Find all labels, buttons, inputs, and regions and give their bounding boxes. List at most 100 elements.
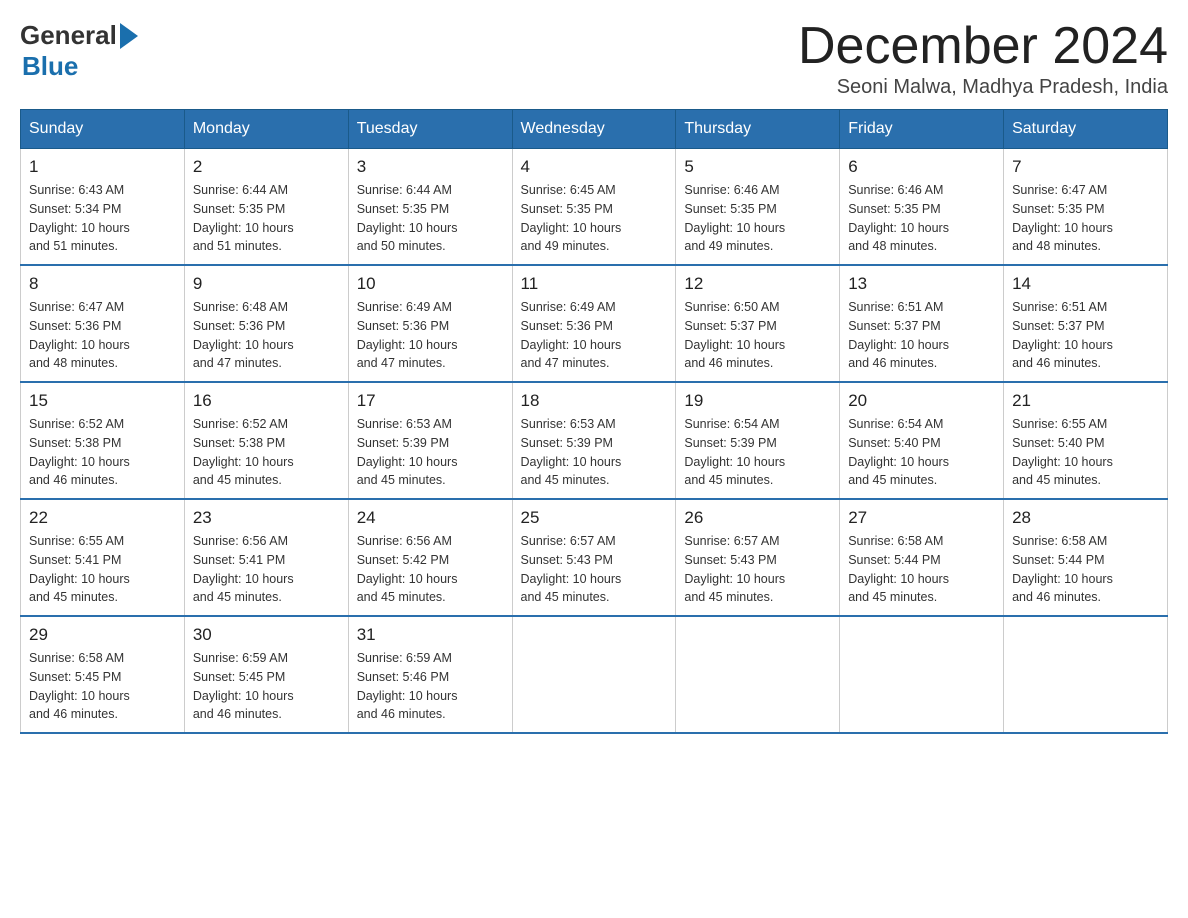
day-info: Sunrise: 6:44 AM Sunset: 5:35 PM Dayligh… [357, 181, 504, 256]
calendar-day-cell: 23 Sunrise: 6:56 AM Sunset: 5:41 PM Dayl… [184, 499, 348, 616]
calendar-empty-cell [840, 616, 1004, 733]
calendar-day-cell: 2 Sunrise: 6:44 AM Sunset: 5:35 PM Dayli… [184, 149, 348, 266]
day-info: Sunrise: 6:51 AM Sunset: 5:37 PM Dayligh… [848, 298, 995, 373]
calendar-day-cell: 17 Sunrise: 6:53 AM Sunset: 5:39 PM Dayl… [348, 382, 512, 499]
calendar-day-cell: 11 Sunrise: 6:49 AM Sunset: 5:36 PM Dayl… [512, 265, 676, 382]
calendar-day-cell: 22 Sunrise: 6:55 AM Sunset: 5:41 PM Dayl… [21, 499, 185, 616]
day-info: Sunrise: 6:46 AM Sunset: 5:35 PM Dayligh… [848, 181, 995, 256]
day-number: 19 [684, 391, 831, 411]
calendar-day-cell: 20 Sunrise: 6:54 AM Sunset: 5:40 PM Dayl… [840, 382, 1004, 499]
day-info: Sunrise: 6:58 AM Sunset: 5:45 PM Dayligh… [29, 649, 176, 724]
calendar-day-cell: 15 Sunrise: 6:52 AM Sunset: 5:38 PM Dayl… [21, 382, 185, 499]
calendar-week-row: 29 Sunrise: 6:58 AM Sunset: 5:45 PM Dayl… [21, 616, 1168, 733]
day-number: 27 [848, 508, 995, 528]
day-info: Sunrise: 6:57 AM Sunset: 5:43 PM Dayligh… [521, 532, 668, 607]
day-number: 3 [357, 157, 504, 177]
calendar-day-cell: 24 Sunrise: 6:56 AM Sunset: 5:42 PM Dayl… [348, 499, 512, 616]
day-info: Sunrise: 6:52 AM Sunset: 5:38 PM Dayligh… [193, 415, 340, 490]
calendar-day-cell: 29 Sunrise: 6:58 AM Sunset: 5:45 PM Dayl… [21, 616, 185, 733]
day-info: Sunrise: 6:47 AM Sunset: 5:35 PM Dayligh… [1012, 181, 1159, 256]
calendar-day-cell: 13 Sunrise: 6:51 AM Sunset: 5:37 PM Dayl… [840, 265, 1004, 382]
day-number: 29 [29, 625, 176, 645]
day-number: 14 [1012, 274, 1159, 294]
day-number: 20 [848, 391, 995, 411]
day-number: 4 [521, 157, 668, 177]
day-number: 7 [1012, 157, 1159, 177]
calendar-day-cell: 28 Sunrise: 6:58 AM Sunset: 5:44 PM Dayl… [1004, 499, 1168, 616]
calendar-day-cell: 18 Sunrise: 6:53 AM Sunset: 5:39 PM Dayl… [512, 382, 676, 499]
logo-triangle-icon [120, 23, 138, 49]
day-info: Sunrise: 6:56 AM Sunset: 5:42 PM Dayligh… [357, 532, 504, 607]
day-number: 31 [357, 625, 504, 645]
day-number: 2 [193, 157, 340, 177]
day-info: Sunrise: 6:55 AM Sunset: 5:40 PM Dayligh… [1012, 415, 1159, 490]
calendar-header-tuesday: Tuesday [348, 110, 512, 149]
day-info: Sunrise: 6:56 AM Sunset: 5:41 PM Dayligh… [193, 532, 340, 607]
day-number: 30 [193, 625, 340, 645]
day-info: Sunrise: 6:53 AM Sunset: 5:39 PM Dayligh… [357, 415, 504, 490]
day-info: Sunrise: 6:43 AM Sunset: 5:34 PM Dayligh… [29, 181, 176, 256]
calendar-day-cell: 31 Sunrise: 6:59 AM Sunset: 5:46 PM Dayl… [348, 616, 512, 733]
day-number: 13 [848, 274, 995, 294]
day-info: Sunrise: 6:54 AM Sunset: 5:39 PM Dayligh… [684, 415, 831, 490]
calendar-day-cell: 8 Sunrise: 6:47 AM Sunset: 5:36 PM Dayli… [21, 265, 185, 382]
day-number: 16 [193, 391, 340, 411]
day-info: Sunrise: 6:45 AM Sunset: 5:35 PM Dayligh… [521, 181, 668, 256]
calendar-empty-cell [512, 616, 676, 733]
day-info: Sunrise: 6:49 AM Sunset: 5:36 PM Dayligh… [521, 298, 668, 373]
day-number: 21 [1012, 391, 1159, 411]
calendar-day-cell: 16 Sunrise: 6:52 AM Sunset: 5:38 PM Dayl… [184, 382, 348, 499]
calendar-day-cell: 27 Sunrise: 6:58 AM Sunset: 5:44 PM Dayl… [840, 499, 1004, 616]
day-info: Sunrise: 6:49 AM Sunset: 5:36 PM Dayligh… [357, 298, 504, 373]
calendar-day-cell: 26 Sunrise: 6:57 AM Sunset: 5:43 PM Dayl… [676, 499, 840, 616]
day-info: Sunrise: 6:57 AM Sunset: 5:43 PM Dayligh… [684, 532, 831, 607]
day-number: 28 [1012, 508, 1159, 528]
day-info: Sunrise: 6:50 AM Sunset: 5:37 PM Dayligh… [684, 298, 831, 373]
calendar-empty-cell [676, 616, 840, 733]
day-info: Sunrise: 6:46 AM Sunset: 5:35 PM Dayligh… [684, 181, 831, 256]
calendar-header-wednesday: Wednesday [512, 110, 676, 149]
day-info: Sunrise: 6:51 AM Sunset: 5:37 PM Dayligh… [1012, 298, 1159, 373]
calendar-header-row: SundayMondayTuesdayWednesdayThursdayFrid… [21, 110, 1168, 149]
calendar-day-cell: 19 Sunrise: 6:54 AM Sunset: 5:39 PM Dayl… [676, 382, 840, 499]
day-number: 1 [29, 157, 176, 177]
day-info: Sunrise: 6:53 AM Sunset: 5:39 PM Dayligh… [521, 415, 668, 490]
calendar-day-cell: 5 Sunrise: 6:46 AM Sunset: 5:35 PM Dayli… [676, 149, 840, 266]
day-number: 8 [29, 274, 176, 294]
location-text: Seoni Malwa, Madhya Pradesh, India [798, 76, 1168, 99]
day-info: Sunrise: 6:55 AM Sunset: 5:41 PM Dayligh… [29, 532, 176, 607]
logo-general-text: General [20, 20, 117, 51]
logo-blue-text: Blue [22, 51, 78, 81]
month-title: December 2024 [798, 20, 1168, 72]
calendar-header-monday: Monday [184, 110, 348, 149]
calendar-day-cell: 25 Sunrise: 6:57 AM Sunset: 5:43 PM Dayl… [512, 499, 676, 616]
day-info: Sunrise: 6:44 AM Sunset: 5:35 PM Dayligh… [193, 181, 340, 256]
calendar-header-saturday: Saturday [1004, 110, 1168, 149]
day-number: 23 [193, 508, 340, 528]
calendar-empty-cell [1004, 616, 1168, 733]
calendar-day-cell: 3 Sunrise: 6:44 AM Sunset: 5:35 PM Dayli… [348, 149, 512, 266]
calendar-week-row: 22 Sunrise: 6:55 AM Sunset: 5:41 PM Dayl… [21, 499, 1168, 616]
calendar-header-friday: Friday [840, 110, 1004, 149]
day-number: 12 [684, 274, 831, 294]
calendar-day-cell: 7 Sunrise: 6:47 AM Sunset: 5:35 PM Dayli… [1004, 149, 1168, 266]
calendar-week-row: 1 Sunrise: 6:43 AM Sunset: 5:34 PM Dayli… [21, 149, 1168, 266]
day-number: 9 [193, 274, 340, 294]
day-number: 24 [357, 508, 504, 528]
day-number: 17 [357, 391, 504, 411]
calendar-day-cell: 9 Sunrise: 6:48 AM Sunset: 5:36 PM Dayli… [184, 265, 348, 382]
day-info: Sunrise: 6:59 AM Sunset: 5:46 PM Dayligh… [357, 649, 504, 724]
day-info: Sunrise: 6:59 AM Sunset: 5:45 PM Dayligh… [193, 649, 340, 724]
calendar-day-cell: 10 Sunrise: 6:49 AM Sunset: 5:36 PM Dayl… [348, 265, 512, 382]
day-info: Sunrise: 6:47 AM Sunset: 5:36 PM Dayligh… [29, 298, 176, 373]
day-info: Sunrise: 6:58 AM Sunset: 5:44 PM Dayligh… [1012, 532, 1159, 607]
logo: General Blue [20, 20, 138, 82]
calendar-week-row: 8 Sunrise: 6:47 AM Sunset: 5:36 PM Dayli… [21, 265, 1168, 382]
page-header: General Blue December 2024 Seoni Malwa, … [20, 20, 1168, 99]
calendar-header-thursday: Thursday [676, 110, 840, 149]
day-info: Sunrise: 6:54 AM Sunset: 5:40 PM Dayligh… [848, 415, 995, 490]
calendar-day-cell: 30 Sunrise: 6:59 AM Sunset: 5:45 PM Dayl… [184, 616, 348, 733]
day-number: 6 [848, 157, 995, 177]
day-number: 15 [29, 391, 176, 411]
day-number: 11 [521, 274, 668, 294]
